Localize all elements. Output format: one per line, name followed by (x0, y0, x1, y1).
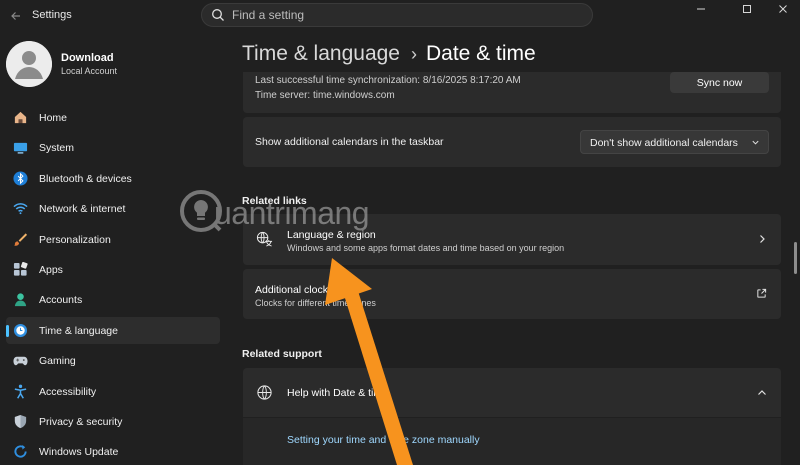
sidebar-item-apps[interactable]: Apps (6, 256, 220, 283)
title-bar: Settings (0, 0, 800, 32)
additional-calendars-dropdown[interactable]: Don't show additional calendars (580, 130, 769, 154)
setting-time-zone-link[interactable]: Setting your time and time zone manually (287, 434, 480, 446)
sidebar-item-accounts[interactable]: Accounts (6, 286, 220, 313)
language-region-icon (256, 231, 273, 247)
globe-icon (257, 385, 272, 400)
breadcrumb-parent[interactable]: Time & language (242, 42, 400, 65)
sidebar-item-label: Network & internet (39, 203, 126, 216)
sidebar-item-label: Privacy & security (39, 415, 123, 428)
sidebar-item-bluetooth[interactable]: Bluetooth & devices (6, 165, 220, 192)
time-server-text: Time server: time.windows.com (255, 90, 395, 101)
close-button[interactable] (766, 0, 800, 18)
accounts-icon (14, 293, 27, 307)
page-title: Date & time (425, 42, 536, 65)
chevron-down-icon (752, 140, 759, 145)
sidebar-item-label: Apps (39, 263, 63, 276)
help-date-time-content: Setting your time and time zone manually (243, 418, 781, 465)
bluetooth-icon (13, 171, 28, 186)
profile-name: Download (61, 52, 114, 64)
home-icon (14, 111, 27, 124)
apps-icon (13, 261, 28, 276)
update-icon (14, 445, 27, 458)
sidebar-item-privacy[interactable]: Privacy & security (6, 408, 220, 435)
system-icon (13, 143, 28, 154)
sidebar-item-gaming[interactable]: Gaming (6, 347, 220, 374)
accessibility-icon (14, 384, 27, 399)
sync-now-button[interactable]: Sync now (670, 72, 769, 93)
app-title: Settings (32, 9, 72, 21)
sidebar-item-label: Gaming (39, 355, 76, 368)
sidebar-item-system[interactable]: System (6, 134, 220, 161)
wifi-icon (13, 203, 28, 215)
additional-clocks-link[interactable]: Additional clocks Clocks for different t… (243, 269, 781, 319)
breadcrumb-separator: › (410, 44, 417, 64)
related-links-heading: Related links (242, 195, 307, 207)
search-input[interactable] (232, 6, 582, 24)
sidebar-item-label: Home (39, 112, 68, 124)
chevron-up-icon (758, 390, 766, 395)
external-link-icon (757, 288, 767, 298)
additional-clocks-subtitle: Clocks for different time zones (255, 298, 376, 308)
scrollbar-thumb[interactable] (794, 242, 797, 274)
sidebar-item-label: Accessibility (39, 385, 97, 398)
sidebar-item-accessibility[interactable]: Accessibility (6, 378, 220, 405)
language-region-link[interactable]: Language & region Windows and some apps … (243, 214, 781, 265)
sidebar-item-label: System (39, 142, 75, 155)
time-language-icon (13, 323, 28, 337)
back-button[interactable] (6, 6, 26, 26)
language-region-title: Language & region (287, 229, 376, 241)
sidebar-item-home[interactable]: Home (6, 104, 220, 131)
sidebar-item-network[interactable]: Network & internet (6, 195, 220, 222)
minimize-icon (697, 8, 705, 10)
user-avatar-icon (6, 41, 52, 87)
user-profile[interactable]: Download Local Account (6, 41, 206, 87)
help-date-time-expander[interactable]: Help with Date & time (243, 368, 781, 417)
sidebar-item-windows-update[interactable]: Windows Update (6, 438, 220, 465)
profile-account-type: Local Account (61, 66, 118, 76)
close-icon (779, 5, 787, 13)
search-box[interactable] (201, 3, 593, 27)
additional-clocks-title: Additional clocks (255, 284, 334, 296)
sidebar-item-label: Time & language (39, 324, 118, 337)
sidebar-item-label: Personalization (39, 233, 111, 246)
maximize-button[interactable] (724, 0, 770, 18)
settings-window: Settings Download Local Account (0, 0, 800, 465)
sidebar-item-label: Windows Update (39, 446, 119, 459)
last-sync-text: Last successful time synchronization: 8/… (255, 75, 521, 86)
sidebar-item-personalization[interactable]: Personalization (6, 226, 220, 253)
gaming-icon (13, 356, 28, 366)
sidebar-item-label: Accounts (39, 294, 83, 307)
related-support-heading: Related support (242, 348, 322, 360)
sidebar-item-label: Bluetooth & devices (39, 172, 132, 185)
back-arrow-icon (11, 12, 20, 20)
sidebar-item-time-language[interactable]: Time & language (6, 316, 220, 344)
minimize-button[interactable] (678, 0, 724, 18)
avatar (6, 41, 52, 87)
brush-icon (13, 232, 28, 246)
dropdown-value: Don't show additional calendars (590, 137, 738, 149)
search-icon (212, 9, 224, 21)
additional-calendars-label: Show additional calendars in the taskbar (255, 136, 444, 148)
breadcrumb: Time & language › Date & time (242, 42, 536, 66)
shield-icon (14, 414, 27, 428)
chevron-right-icon (760, 235, 765, 243)
language-region-subtitle: Windows and some apps format dates and t… (287, 243, 565, 253)
help-date-time-title: Help with Date & time (287, 387, 388, 399)
sync-card: Last successful time synchronization: 8/… (243, 72, 781, 113)
additional-calendars-card: Show additional calendars in the taskbar… (243, 117, 781, 167)
sidebar-nav: Home System Bluetooth & devices Network … (6, 104, 220, 465)
maximize-icon (743, 5, 751, 13)
